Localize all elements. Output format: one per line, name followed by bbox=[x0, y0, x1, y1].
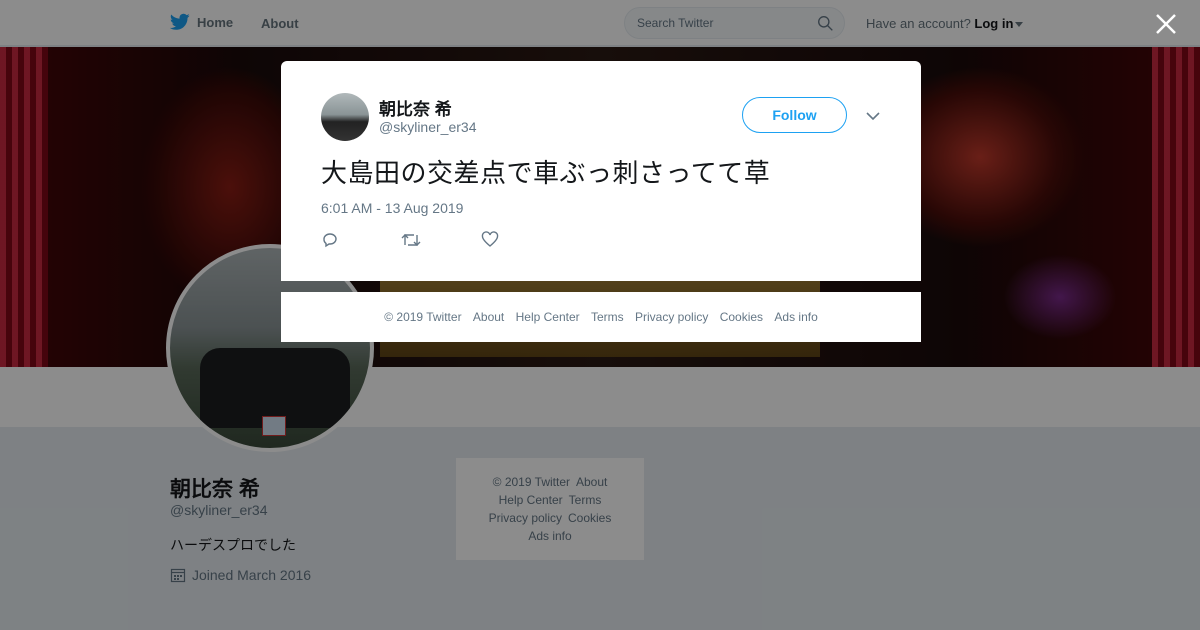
modal-footer: © 2019 Twitter About Help Center Terms P… bbox=[281, 292, 921, 342]
footer-ads-link[interactable]: Ads info bbox=[774, 310, 817, 324]
tweet-author-avatar[interactable] bbox=[321, 93, 369, 141]
tweet-actions bbox=[321, 231, 561, 251]
footer-about-link[interactable]: About bbox=[473, 310, 504, 324]
retweet-action[interactable] bbox=[401, 231, 481, 251]
tweet-author-handle[interactable]: @skyliner_er34 bbox=[379, 119, 476, 135]
footer-copyright: © 2019 Twitter bbox=[384, 310, 462, 324]
footer-help-link[interactable]: Help Center bbox=[516, 310, 580, 324]
retweet-icon[interactable] bbox=[401, 231, 421, 249]
close-icon[interactable] bbox=[1153, 11, 1179, 37]
heart-icon[interactable] bbox=[481, 231, 499, 249]
reply-icon[interactable] bbox=[321, 231, 339, 249]
follow-button[interactable]: Follow bbox=[742, 97, 847, 133]
tweet-timestamp[interactable]: 6:01 AM - 13 Aug 2019 bbox=[321, 200, 463, 216]
tweet-modal: 朝比奈 希 @skyliner_er34 Follow 大島田の交差点で車ぶっ刺… bbox=[281, 61, 921, 281]
tweet-author-name[interactable]: 朝比奈 希 bbox=[379, 95, 452, 120]
footer-cookies-link[interactable]: Cookies bbox=[720, 310, 763, 324]
footer-terms-link[interactable]: Terms bbox=[591, 310, 624, 324]
tweet-text: 大島田の交差点で車ぶっ刺さってて草 bbox=[321, 159, 771, 189]
chevron-down-icon[interactable] bbox=[865, 108, 881, 124]
footer-privacy-link[interactable]: Privacy policy bbox=[635, 310, 708, 324]
reply-action[interactable] bbox=[321, 231, 401, 251]
like-action[interactable] bbox=[481, 231, 561, 251]
